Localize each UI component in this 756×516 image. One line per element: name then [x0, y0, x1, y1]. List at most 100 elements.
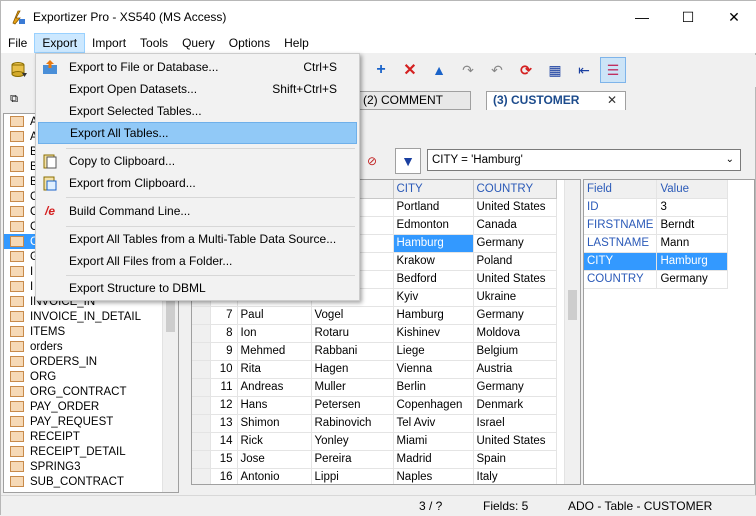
chevron-down-icon[interactable]: ⌄	[726, 150, 734, 170]
cell-city[interactable]: Naples	[393, 468, 474, 484]
cell-country[interactable]: Moldova	[473, 324, 557, 343]
record-field[interactable]: COUNTRY	[584, 270, 658, 289]
grid-country-header[interactable]: COUNTRY	[473, 180, 557, 199]
cell-country[interactable]: Ukraine	[473, 288, 557, 307]
record-row[interactable]: CITY Hamburg	[584, 252, 729, 271]
cell-city[interactable]: Portland	[393, 198, 474, 217]
cell-lastname[interactable]: Vogel	[311, 306, 394, 325]
delete-record-icon[interactable]: ✕	[397, 57, 423, 83]
row-indicator[interactable]	[192, 432, 211, 451]
cell-city[interactable]: Liege	[393, 342, 474, 361]
table-row[interactable]: 14 Rick Yonley Miami United States	[192, 432, 557, 451]
row-indicator[interactable]	[192, 396, 211, 415]
cell-firstname[interactable]: Jose	[237, 450, 312, 469]
row-indicator[interactable]	[192, 468, 211, 484]
row-indicator[interactable]	[192, 414, 211, 433]
cell-lastname[interactable]: Muller	[311, 378, 394, 397]
cell-city[interactable]: Kishinev	[393, 324, 474, 343]
tree-item[interactable]: INVOICE_IN_DETAIL	[4, 309, 178, 324]
menu-item-export-folder[interactable]: Export All Files from a Folder...	[38, 250, 357, 272]
menu-query[interactable]: Query	[175, 33, 222, 53]
cell-city[interactable]: Hamburg	[393, 234, 474, 253]
undo-icon[interactable]: ↶	[484, 57, 510, 83]
cell-firstname[interactable]: Antonio	[237, 468, 312, 484]
menu-item-export-selected[interactable]: Export Selected Tables...	[38, 100, 357, 122]
table-row[interactable]: 8 Ion Rotaru Kishinev Moldova	[192, 324, 557, 343]
cell-city[interactable]: Berlin	[393, 378, 474, 397]
cell-country[interactable]: Denmark	[473, 396, 557, 415]
cell-firstname[interactable]: Rick	[237, 432, 312, 451]
cell-country[interactable]: Italy	[473, 468, 557, 484]
record-value[interactable]: Berndt	[656, 216, 729, 235]
cell-lastname[interactable]: Hagen	[311, 360, 394, 379]
table-row[interactable]: 9 Mehmed Rabbani Liege Belgium	[192, 342, 557, 361]
menu-item-export-file[interactable]: Export to File or Database... Ctrl+S	[38, 56, 357, 78]
grid-view-icon[interactable]: ▦	[542, 57, 568, 83]
cell-country[interactable]: United States	[473, 432, 557, 451]
tree-item[interactable]: PAY_ORDER	[4, 399, 178, 414]
cell-city[interactable]: Edmonton	[393, 216, 474, 235]
cell-country[interactable]: Germany	[473, 306, 557, 325]
menu-tools[interactable]: Tools	[133, 33, 175, 53]
menu-options[interactable]: Options	[222, 33, 277, 53]
tree-item[interactable]: ORG_CONTRACT	[4, 384, 178, 399]
record-field[interactable]: ID	[584, 198, 658, 217]
cell-lastname[interactable]: Yonley	[311, 432, 394, 451]
cell-lastname[interactable]: Pereira	[311, 450, 394, 469]
tree-item[interactable]: SUB_CONTRACT	[4, 474, 178, 489]
row-indicator[interactable]	[192, 306, 211, 325]
tree-item[interactable]: ORDERS_IN	[4, 354, 178, 369]
tree-item[interactable]: ORG	[4, 369, 178, 384]
table-row[interactable]: 10 Rita Hagen Vienna Austria	[192, 360, 557, 379]
menu-item-export-multi-table[interactable]: Export All Tables from a Multi-Table Dat…	[38, 228, 357, 250]
record-field[interactable]: FIRSTNAME	[584, 216, 658, 235]
cell-city[interactable]: Madrid	[393, 450, 474, 469]
minimize-button[interactable]: —	[619, 1, 665, 33]
filter-panel-icon[interactable]: ☰	[600, 57, 626, 83]
cell-country[interactable]: Spain	[473, 450, 557, 469]
copy-icon[interactable]: ⧉	[4, 89, 24, 109]
cell-country[interactable]: Israel	[473, 414, 557, 433]
cell-country[interactable]: Germany	[473, 234, 557, 253]
record-value[interactable]: Hamburg	[656, 252, 729, 271]
table-row[interactable]: 16 Antonio Lippi Naples Italy	[192, 468, 557, 484]
cell-lastname[interactable]: Rotaru	[311, 324, 394, 343]
record-row[interactable]: COUNTRY Germany	[584, 270, 729, 289]
tree-item[interactable]: ITEMS	[4, 324, 178, 339]
cell-lastname[interactable]: Rabinovich	[311, 414, 394, 433]
cell-id[interactable]: 15	[210, 450, 238, 469]
tab-comment[interactable]: (2) COMMENT	[356, 91, 471, 110]
cell-lastname[interactable]: Rabbani	[311, 342, 394, 361]
cell-lastname[interactable]: Petersen	[311, 396, 394, 415]
cell-city[interactable]: Vienna	[393, 360, 474, 379]
cell-country[interactable]: United States	[473, 270, 557, 289]
tree-item[interactable]: RECEIPT_DETAIL	[4, 444, 178, 459]
cell-country[interactable]: Canada	[473, 216, 557, 235]
cell-lastname[interactable]: Lippi	[311, 468, 394, 484]
cell-id[interactable]: 8	[210, 324, 238, 343]
cell-id[interactable]: 12	[210, 396, 238, 415]
menu-file[interactable]: File	[1, 33, 34, 53]
row-indicator[interactable]	[192, 450, 211, 469]
menu-item-copy-clipboard[interactable]: Copy to Clipboard...	[38, 150, 357, 172]
table-row[interactable]: 12 Hans Petersen Copenhagen Denmark	[192, 396, 557, 415]
record-value[interactable]: 3	[656, 198, 729, 217]
grid-city-header[interactable]: CITY	[393, 180, 474, 199]
tab-customer[interactable]: (3) CUSTOMER ✕	[486, 91, 626, 110]
table-row[interactable]: 15 Jose Pereira Madrid Spain	[192, 450, 557, 469]
tab-close-icon[interactable]: ✕	[607, 92, 617, 109]
menu-item-export-datasets[interactable]: Export Open Datasets... Shift+Ctrl+S	[38, 78, 357, 100]
cell-id[interactable]: 10	[210, 360, 238, 379]
record-field[interactable]: CITY	[584, 252, 658, 271]
cell-city[interactable]: Bedford	[393, 270, 474, 289]
maximize-button[interactable]: ☐	[665, 1, 711, 33]
row-indicator[interactable]	[192, 342, 211, 361]
cell-id[interactable]: 9	[210, 342, 238, 361]
tree-item[interactable]: RECEIPT	[4, 429, 178, 444]
menu-item-export-all[interactable]: Export All Tables...	[38, 122, 357, 144]
row-indicator[interactable]	[192, 360, 211, 379]
cell-city[interactable]: Krakow	[393, 252, 474, 271]
open-database-icon[interactable]	[6, 57, 32, 83]
cell-id[interactable]: 11	[210, 378, 238, 397]
record-field[interactable]: LASTNAME	[584, 234, 658, 253]
